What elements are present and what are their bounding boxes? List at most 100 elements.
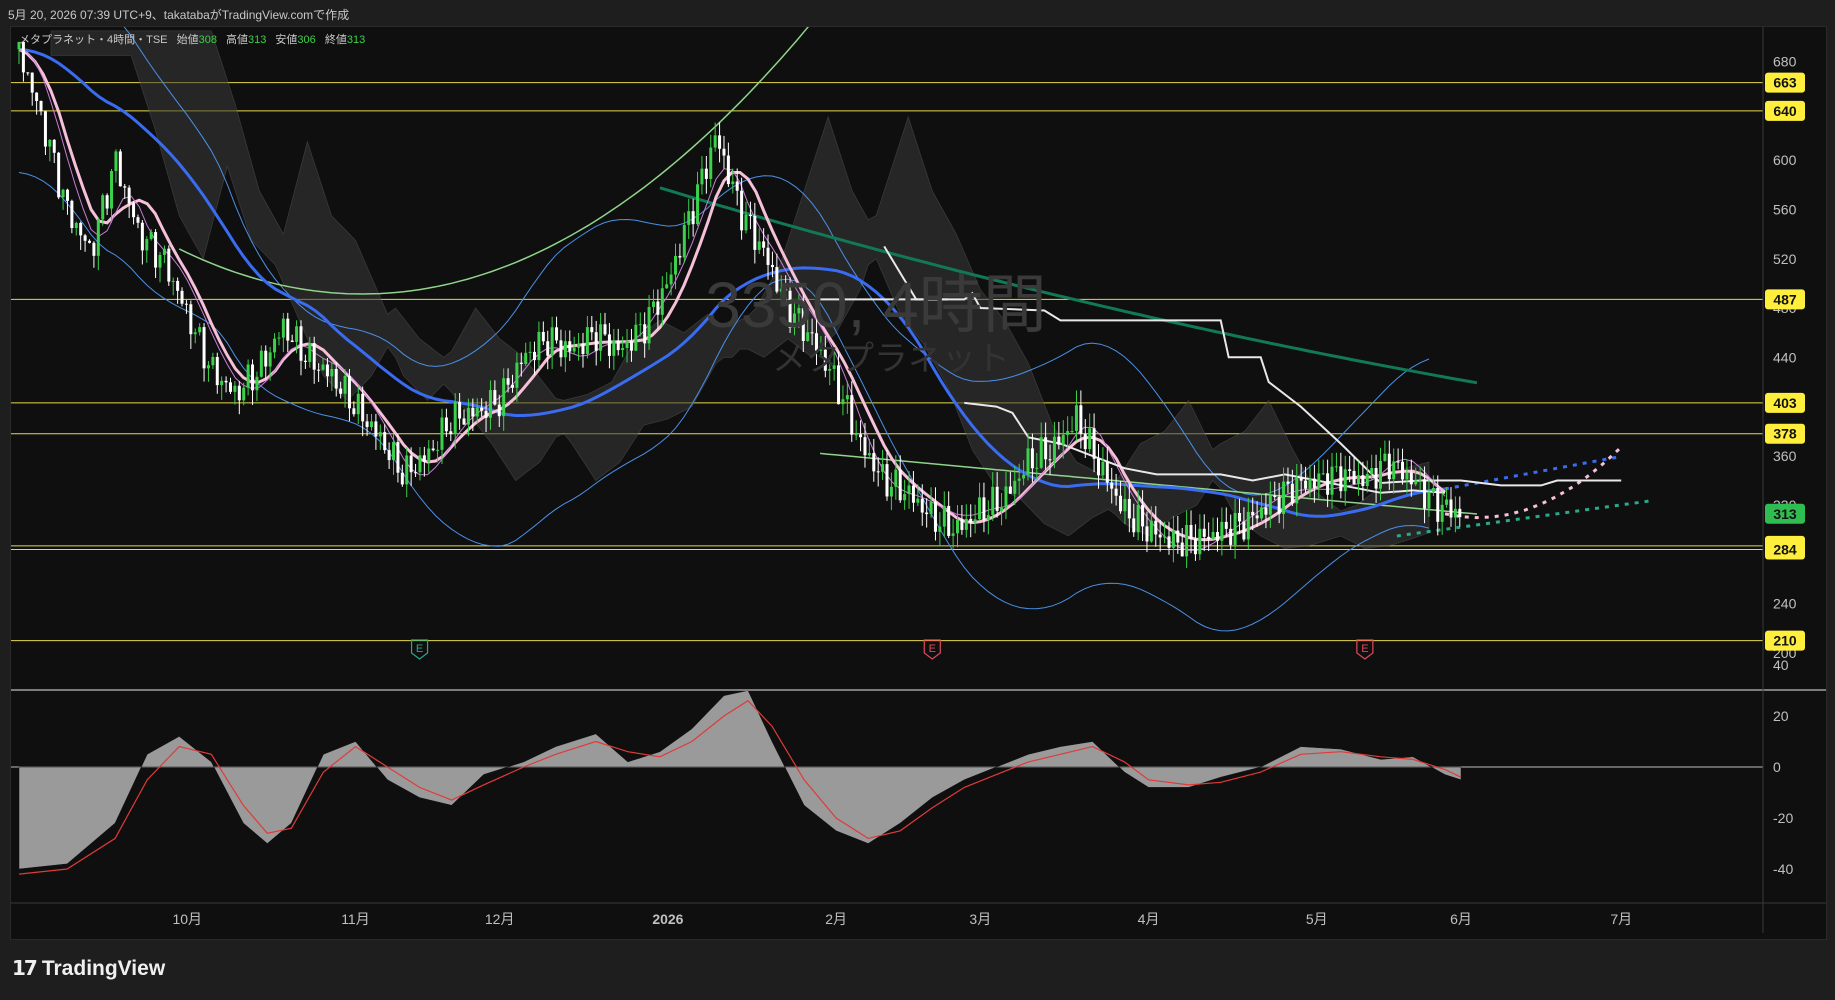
candle-body [1101, 461, 1105, 476]
candle-body [1189, 524, 1193, 539]
price-tick: 360 [1773, 448, 1797, 464]
candle-body [1013, 480, 1017, 494]
candle-body [1171, 530, 1175, 548]
candle-body [189, 304, 193, 335]
candle-body [960, 519, 964, 530]
candle-body [1348, 469, 1352, 471]
candle-body [273, 338, 277, 353]
candle-body [510, 384, 514, 388]
candle-body [704, 168, 708, 179]
candle-body [533, 351, 537, 361]
candle-body [237, 385, 241, 401]
candle-body [881, 464, 885, 472]
candle-body [859, 434, 863, 438]
candle-body [753, 216, 757, 250]
chart-area[interactable]: 3350, 4時間 メタプラネット E E E 680 600 560 520 440 360… [10, 26, 1827, 940]
candle-body [1017, 478, 1021, 481]
candle-body [1092, 428, 1096, 459]
level-label: 284 [1773, 542, 1797, 558]
candle-body [409, 455, 413, 473]
candle-body [1286, 481, 1290, 484]
candle-body [1176, 530, 1180, 543]
candle-body [1405, 472, 1409, 480]
candle-body [1070, 430, 1074, 432]
candle-body [1304, 480, 1308, 489]
candle-body [665, 284, 669, 289]
candle-body [1237, 512, 1241, 522]
candle-body [947, 505, 951, 536]
candle-body [167, 248, 171, 282]
candle-body [876, 471, 880, 473]
candle-body [982, 497, 986, 521]
watermark-subtitle: メタプラネット [772, 340, 1010, 378]
candle-body [1008, 486, 1012, 494]
chart-svg[interactable]: 3350, 4時間 メタプラネット E E E 680 600 560 520 440 360… [11, 27, 1826, 939]
oscillator-histogram [18, 690, 1462, 870]
candle-body [1000, 507, 1004, 511]
candle-body [669, 274, 673, 285]
candle-body [1154, 520, 1158, 535]
candle-body [1409, 472, 1413, 485]
candle-body [1427, 491, 1431, 509]
candle-body [1088, 428, 1092, 450]
legend-symbol: メタプラネット・4時間・TSE [19, 33, 168, 46]
candle-body [1453, 508, 1457, 518]
candle-body [347, 375, 351, 409]
candle-body [57, 152, 61, 198]
level-label: 487 [1773, 291, 1797, 307]
candle-body [299, 326, 303, 361]
candle-body [612, 340, 616, 356]
oscillator-tick: -20 [1773, 810, 1793, 826]
candle-body [1061, 434, 1065, 445]
date-tick: 5月 [1306, 911, 1328, 927]
candle-body [392, 442, 396, 461]
candle-body [894, 469, 898, 487]
candle-body [1255, 515, 1259, 519]
legend-low-label: 安値 [275, 32, 297, 46]
candle-body [678, 255, 682, 258]
candle-body [154, 232, 158, 268]
candle-body [211, 357, 215, 366]
candle-body [365, 421, 369, 428]
candle-body [956, 519, 960, 534]
candle-body [224, 380, 228, 383]
candle-body [559, 340, 563, 358]
candle-body [528, 351, 532, 353]
candle-body [1158, 534, 1162, 538]
candle-body [343, 375, 347, 394]
candle-body [1392, 461, 1396, 480]
candle-body [462, 418, 466, 425]
date-tick: 2026 [652, 911, 683, 927]
candle-body [1326, 473, 1330, 495]
candle-body [184, 303, 188, 305]
chart-caption: 5月 20, 2026 07:39 UTC+9、takatabaがTrading… [8, 8, 350, 22]
candle-body [502, 378, 506, 417]
legend-open: 308 [199, 34, 217, 46]
candle-body [577, 343, 581, 348]
candle-body [872, 453, 876, 472]
candle-body [1343, 469, 1347, 492]
candle-body [563, 341, 567, 358]
svg-text:メタプラネット・4時間・TSE 始値308: メタプラネット・4時間・TSE 始値308 高値313 安値306 終値313 [19, 32, 365, 46]
candle-body [995, 486, 999, 511]
date-tick: 4月 [1138, 911, 1160, 927]
candle-body [493, 390, 497, 405]
level-label: 403 [1773, 395, 1797, 411]
candle-body [674, 255, 678, 275]
candle-body [634, 324, 638, 351]
candle-body [986, 514, 990, 521]
candle-body [228, 382, 232, 392]
earnings-marker-label: E [1361, 643, 1368, 655]
tradingview-logo[interactable]: 𝟭𝟳 TradingView [12, 956, 165, 981]
candle-body [762, 241, 766, 248]
candle-body [1414, 480, 1418, 485]
candle-body [700, 168, 704, 185]
candle-body [854, 434, 858, 436]
candle-body [616, 340, 620, 351]
candle-body [1149, 520, 1153, 542]
candle-body [718, 135, 722, 149]
earnings-marker-label: E [929, 643, 936, 655]
candle-body [268, 352, 272, 367]
candle-body [321, 364, 325, 370]
candle-body [361, 393, 365, 422]
